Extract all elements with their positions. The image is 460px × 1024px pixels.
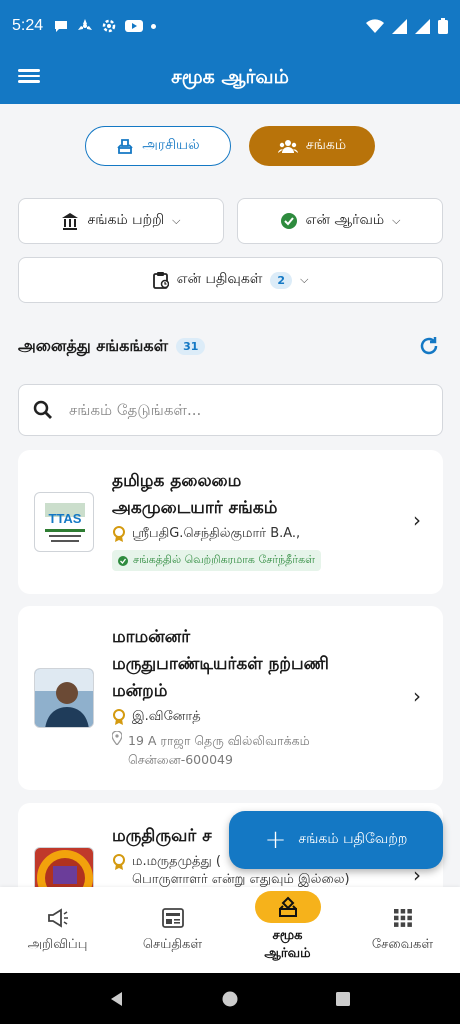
app-bar: சமூக ஆர்வம் <box>0 52 460 104</box>
status-bar: 5:24 <box>0 0 460 52</box>
chevron-right-icon: › <box>413 508 421 532</box>
my-posts-dropdown[interactable]: என் பதிவுகள் 2 ⌵ <box>18 257 443 303</box>
wifi-icon <box>366 19 384 33</box>
association-photo <box>34 668 94 728</box>
plus-icon: + <box>264 825 287 855</box>
award-icon <box>113 709 125 725</box>
association-card[interactable]: மாமன்னர் மருதுபாண்டியர்கள் நற்பணி மன்றம்… <box>18 606 443 790</box>
status-time: 5:24 <box>12 17 44 34</box>
location-icon <box>112 731 122 745</box>
association-logo: TTAS <box>34 492 94 552</box>
newspaper-icon <box>161 905 184 931</box>
signal-icon <box>392 18 407 34</box>
clipboard-icon <box>152 272 169 289</box>
recents-icon[interactable] <box>334 990 352 1008</box>
award-icon <box>113 526 125 542</box>
search-input[interactable] <box>69 401 409 419</box>
association-card[interactable]: TTAS தமிழக தலைமை அகமுடையார் சங்கம் ஸ்ரீப… <box>18 450 443 594</box>
settings-icon <box>102 19 116 33</box>
fan-icon <box>78 19 93 30</box>
politics-toggle-button[interactable]: அரசியல் <box>85 126 231 166</box>
notification-dot-icon <box>151 23 157 29</box>
joined-status-badge: சங்கத்தில் வெற்றிகரமாக சேர்ந்தீர்கள் <box>112 550 322 571</box>
back-icon[interactable] <box>108 990 126 1008</box>
bottom-navigation: அறிவிப்பு செய்திகள் சமூக ஆர்வம் சேவைகள் <box>0 887 460 973</box>
logo-text: TTAS <box>49 511 82 526</box>
upload-association-button[interactable]: + சங்கம் பதிவேற்ற <box>229 811 443 869</box>
association-head: ஸ்ரீபதிG.செந்தில்குமார் B.A., <box>112 526 403 542</box>
chevron-down-icon: ⌵ <box>300 273 309 286</box>
nav-services[interactable]: சேவைகள் <box>345 887 460 973</box>
nav-news-label: செய்திகள் <box>142 937 203 952</box>
nav-social-interest-label: சமூக ஆர்வம் <box>264 928 311 961</box>
menu-icon[interactable] <box>18 66 40 88</box>
group-icon <box>277 140 298 153</box>
check-circle-icon <box>280 213 297 229</box>
politics-toggle-label: அரசியல் <box>142 137 200 153</box>
associations-count-badge: 31 <box>176 337 206 355</box>
association-head: இ.வினோத் <box>112 709 403 725</box>
grid-icon <box>393 905 413 931</box>
refresh-icon[interactable] <box>416 333 442 359</box>
chevron-right-icon: › <box>413 684 421 708</box>
association-name: மாமன்னர் மருதுபாண்டியர்கள் நற்பணி மன்றம் <box>112 627 329 701</box>
nav-announcements[interactable]: அறிவிப்பு <box>0 887 115 973</box>
chat-icon <box>55 21 68 32</box>
my-interest-label: என் ஆர்வம் <box>305 212 385 228</box>
award-icon <box>113 854 125 870</box>
battery-icon <box>438 18 448 34</box>
signal-icon-2 <box>415 18 430 34</box>
nav-social-interest[interactable]: சமூக ஆர்வம் <box>230 887 345 973</box>
upload-association-label: சங்கம் பதிவேற்ற <box>298 831 408 847</box>
youtube-icon <box>125 20 144 32</box>
my-interest-dropdown[interactable]: என் ஆர்வம் ⌵ <box>237 198 443 244</box>
association-toggle-button[interactable]: சங்கம் <box>249 126 375 166</box>
ballot-box-icon <box>254 891 321 923</box>
association-address: 19 A ராஜா தெரு வில்லிவாக்கம் சென்னை-60004… <box>112 731 403 769</box>
home-icon[interactable] <box>221 990 239 1008</box>
nav-announcements-label: அறிவிப்பு <box>27 937 88 952</box>
association-treasurer-note: பொருளாளர் என்று எதுவும் இல்லை) <box>132 872 350 887</box>
check-circle-icon <box>118 555 128 566</box>
about-association-dropdown[interactable]: சங்கம் பற்றி ⌵ <box>18 198 224 244</box>
list-header: அனைத்து சங்கங்கள் 31 <box>18 332 442 360</box>
nav-news[interactable]: செய்திகள் <box>115 887 230 973</box>
system-navigation-bar <box>0 973 460 1024</box>
my-posts-count-badge: 2 <box>270 271 293 289</box>
search-bar <box>18 384 443 436</box>
institution-icon <box>62 213 79 230</box>
nav-services-label: சேவைகள் <box>371 937 434 952</box>
category-toggle: அரசியல் சங்கம் <box>0 126 460 166</box>
association-name: தமிழக தலைமை அகமுடையார் சங்கம் <box>112 471 278 518</box>
megaphone-icon <box>47 905 69 931</box>
search-icon <box>33 400 52 419</box>
all-associations-title: அனைத்து சங்கங்கள் <box>18 335 169 355</box>
association-toggle-label: சங்கம் <box>305 137 347 153</box>
chevron-down-icon: ⌵ <box>172 214 181 227</box>
chevron-down-icon: ⌵ <box>392 214 401 227</box>
ballot-box-icon <box>117 139 133 154</box>
about-association-label: சங்கம் பற்றி <box>87 212 165 228</box>
my-posts-label: என் பதிவுகள் <box>176 271 263 287</box>
page-title: சமூக ஆர்வம் <box>171 65 289 88</box>
